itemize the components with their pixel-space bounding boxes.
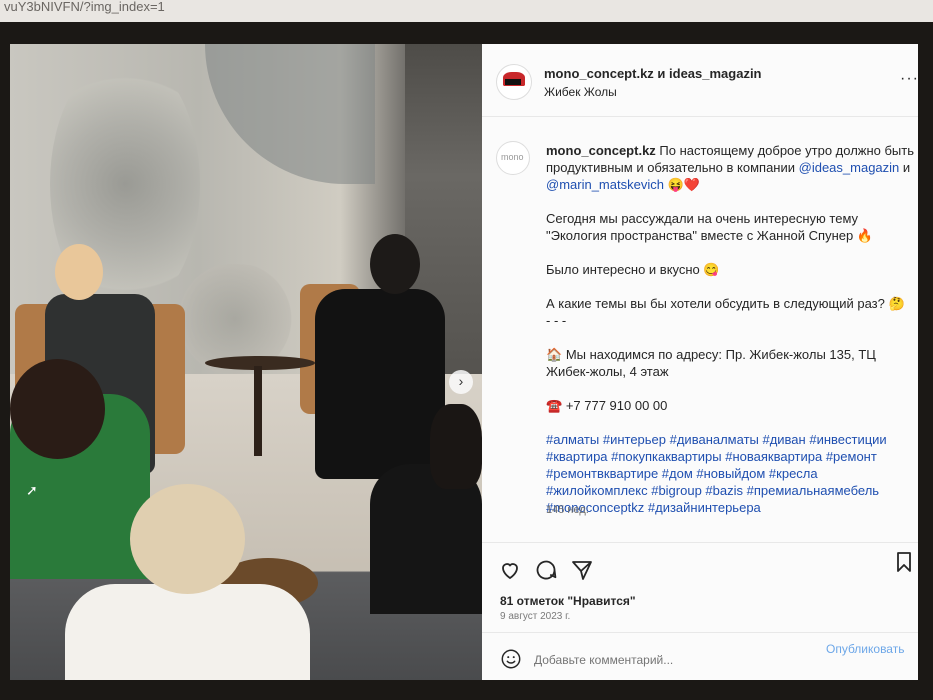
emoji: 😝❤️	[667, 177, 700, 192]
audience-member	[65, 584, 310, 680]
post-owner[interactable]: mono_concept.kz и ideas_magazin	[544, 66, 762, 81]
url-text: vuY3bNIVFN/?img_index=1	[4, 0, 165, 14]
smiley-icon[interactable]	[500, 648, 522, 670]
mouse-cursor-icon: ➚	[26, 482, 38, 498]
hashtags[interactable]: #алматы #интерьер #диваналматы #диван #и…	[546, 431, 922, 516]
post-date: 9 август 2023 г.	[500, 611, 571, 622]
avatar-text: mono	[501, 152, 524, 162]
audience-member-head	[430, 404, 482, 489]
speaker-right-head	[370, 234, 420, 294]
speaker-right	[315, 289, 445, 479]
speaker-left-head	[55, 244, 103, 300]
comment-bubble-icon[interactable]	[534, 558, 558, 582]
caption-avatar[interactable]: mono	[496, 141, 530, 175]
table-leg	[254, 366, 262, 456]
bookmark-icon[interactable]	[892, 550, 916, 574]
divider	[482, 116, 918, 117]
owner-avatar[interactable]	[496, 64, 532, 100]
caption-address: Мы находимся по адресу: Пр. Жибек-жолы 1…	[546, 347, 876, 379]
browser-address-bar[interactable]: vuY3bNIVFN/?img_index=1	[0, 0, 933, 22]
publish-button[interactable]: Опубликовать	[826, 642, 904, 656]
likes-count[interactable]: 81 отметок "Нравится"	[500, 594, 636, 608]
emoji: 🤔	[888, 296, 905, 311]
audience-member-head	[10, 359, 105, 459]
mention-link[interactable]: @marin_matskevich	[546, 177, 664, 192]
caption-text: Сегодня мы рассуждали на очень интересну…	[546, 211, 859, 243]
heart-outline-icon[interactable]	[498, 558, 522, 582]
post-caption: mono_concept.kz По настоящему доброе утр…	[546, 142, 922, 533]
caption-username[interactable]: mono_concept.kz	[546, 143, 656, 158]
emoji: 🔥	[856, 228, 874, 243]
post-location[interactable]: Жибек Жолы	[544, 85, 617, 99]
caption-text: Было интересно и вкусно	[546, 262, 700, 277]
caption-dashes: - - -	[546, 313, 567, 328]
emoji: ☎️	[546, 398, 563, 413]
paper-plane-icon[interactable]	[570, 558, 594, 582]
post-sidebar: mono_concept.kz и ideas_magazin Жибек Жо…	[482, 44, 918, 680]
post-time-ago[interactable]: 145 нед.	[546, 504, 589, 516]
audience-member-head	[130, 484, 245, 594]
brand-logo-icon	[505, 79, 521, 85]
emoji: 😋	[703, 262, 720, 277]
divider	[482, 632, 918, 633]
caption-text: А какие темы вы бы хотели обсудить в сле…	[546, 296, 885, 311]
caption-phone: +7 777 910 00 00	[565, 398, 668, 413]
caption-text: и	[902, 160, 911, 175]
chevron-right-icon[interactable]: ›	[449, 370, 473, 394]
comment-input[interactable]	[532, 647, 796, 673]
emoji: 🏠	[546, 347, 563, 362]
more-horizontal-icon[interactable]: ···	[900, 70, 919, 88]
divider	[482, 542, 918, 543]
post-photo[interactable]: › ➚	[10, 44, 482, 680]
mention-link[interactable]: @ideas_magazin	[799, 160, 900, 175]
